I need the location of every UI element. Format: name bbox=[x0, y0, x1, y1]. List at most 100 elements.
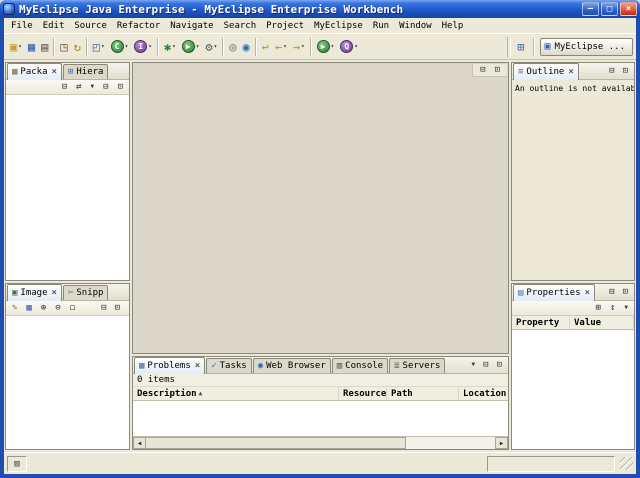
close-button[interactable]: × bbox=[620, 2, 637, 16]
maximize-view-button[interactable]: ⊡ bbox=[620, 285, 631, 299]
image-icon: ▣ bbox=[12, 289, 17, 298]
quick-launch-button[interactable]: Q▾ bbox=[337, 37, 361, 57]
tab-label: Tasks bbox=[220, 361, 247, 371]
menu-edit[interactable]: Edit bbox=[38, 20, 70, 32]
scrollbar-thumb[interactable] bbox=[146, 437, 406, 449]
save-button[interactable]: ▦ bbox=[25, 37, 38, 57]
print-button[interactable]: ▤ bbox=[38, 37, 51, 57]
minimize-button[interactable]: — bbox=[582, 2, 599, 16]
maximize-view-button[interactable]: ⊡ bbox=[620, 64, 631, 78]
back-button[interactable]: ←▾ bbox=[272, 37, 290, 57]
zoom-out-button[interactable]: ⊖ bbox=[52, 301, 63, 315]
maximize-view-button[interactable]: ⊡ bbox=[494, 358, 505, 372]
collapse-all-button[interactable]: ⊟ bbox=[59, 80, 70, 94]
workbench-area: ▦ Packa × ⊞ Hiera ⊟ ⇄ ▼ ⊟ ⊡ bbox=[4, 60, 636, 452]
menu-file[interactable]: File bbox=[6, 20, 38, 32]
web-browser-button[interactable]: ◉ bbox=[239, 37, 252, 57]
actual-size-button[interactable]: ◻ bbox=[67, 301, 78, 315]
new-wizard-button[interactable]: ▣▾ bbox=[7, 37, 25, 57]
image-tabrow: ▣ Image × ✂ Snipp bbox=[6, 284, 129, 301]
minimize-view-button[interactable]: ⊟ bbox=[480, 358, 491, 372]
toolbar-separator bbox=[222, 38, 224, 56]
minimize-view-button[interactable]: ⊟ bbox=[98, 301, 109, 315]
package-explorer-view: ▦ Packa × ⊞ Hiera ⊟ ⇄ ▼ ⊟ ⊡ bbox=[5, 62, 130, 281]
tab-problems[interactable]: ▦ Problems × bbox=[134, 357, 205, 374]
forward-button[interactable]: →▾ bbox=[290, 37, 308, 57]
tab-label: Image bbox=[20, 288, 47, 298]
menu-search[interactable]: Search bbox=[219, 20, 262, 32]
tab-console[interactable]: ▥ Console bbox=[332, 358, 388, 373]
minimize-editor-button[interactable]: ⊟ bbox=[477, 63, 488, 77]
paint-button[interactable]: ✎ bbox=[9, 301, 20, 315]
column-description[interactable]: Description ▲ bbox=[133, 387, 339, 400]
maximize-view-button[interactable]: ⊡ bbox=[115, 80, 126, 94]
search-button[interactable]: ◎ bbox=[226, 37, 239, 57]
tab-label: Packa bbox=[20, 67, 47, 77]
column-value[interactable]: Value bbox=[570, 316, 634, 329]
scroll-right-button[interactable]: ▶ bbox=[495, 437, 508, 449]
chevron-down-icon: ▾ bbox=[214, 43, 218, 50]
close-icon[interactable]: × bbox=[52, 288, 57, 298]
maximize-view-button[interactable]: ⊡ bbox=[112, 301, 123, 315]
tab-label: Snipp bbox=[76, 288, 103, 298]
fast-view-icon[interactable]: ▨ bbox=[7, 456, 27, 472]
tab-servers[interactable]: ≣ Servers bbox=[389, 358, 445, 373]
column-resource[interactable]: Resource bbox=[339, 387, 387, 400]
tab-hierarchy[interactable]: ⊞ Hiera bbox=[63, 64, 109, 79]
menu-navigate[interactable]: Navigate bbox=[165, 20, 218, 32]
new-class-button[interactable]: C▾ bbox=[108, 37, 132, 57]
column-property[interactable]: Property bbox=[512, 316, 570, 329]
menu-run[interactable]: Run bbox=[368, 20, 394, 32]
minimize-view-button[interactable]: ⊟ bbox=[606, 285, 617, 299]
export-button[interactable]: ◳ bbox=[57, 37, 70, 57]
close-icon[interactable]: × bbox=[195, 361, 200, 371]
sort-button[interactable]: ↕ bbox=[607, 301, 618, 315]
tab-image[interactable]: ▣ Image × bbox=[7, 284, 62, 301]
zoom-in-button[interactable]: ⊕ bbox=[38, 301, 49, 315]
grid-button[interactable]: ▦ bbox=[23, 301, 34, 315]
link-with-editor-button[interactable]: ⇄ bbox=[73, 80, 84, 94]
app-icon[interactable] bbox=[3, 3, 15, 15]
scrollbar-track[interactable] bbox=[406, 437, 495, 449]
perspective-myeclipse-button[interactable]: ▣ MyEclipse ... bbox=[540, 38, 633, 56]
tab-tasks[interactable]: ✓ Tasks bbox=[206, 358, 252, 373]
close-icon[interactable]: × bbox=[568, 67, 573, 77]
open-perspective-button[interactable]: ⊞ bbox=[514, 37, 527, 57]
menu-myeclipse[interactable]: MyEclipse bbox=[309, 20, 368, 32]
run-button[interactable]: ▶▾ bbox=[179, 37, 203, 57]
tab-package-explorer[interactable]: ▦ Packa × bbox=[7, 63, 62, 80]
maximize-editor-button[interactable]: ⊡ bbox=[492, 63, 503, 77]
show-categories-button[interactable]: ⊞ bbox=[593, 301, 604, 315]
close-icon[interactable]: × bbox=[585, 288, 590, 298]
debug-button[interactable]: ✱▾ bbox=[161, 37, 179, 57]
last-edit-location-button[interactable]: ↩ bbox=[259, 37, 272, 57]
tab-outline[interactable]: ≡ Outline × bbox=[513, 63, 579, 80]
run-on-server-button[interactable]: ▶▾ bbox=[314, 37, 338, 57]
statusbar: ▨ bbox=[4, 452, 636, 474]
view-menu-button[interactable]: ▼ bbox=[469, 358, 479, 372]
view-menu-button[interactable]: ▼ bbox=[621, 301, 631, 315]
close-icon[interactable]: × bbox=[52, 67, 57, 77]
external-tools-button[interactable]: ⚙▾ bbox=[202, 37, 220, 57]
tab-web-browser[interactable]: ◉ Web Browser bbox=[253, 358, 331, 373]
menu-source[interactable]: Source bbox=[69, 20, 112, 32]
menu-window[interactable]: Window bbox=[394, 20, 437, 32]
menu-project[interactable]: Project bbox=[261, 20, 309, 32]
resize-grip-icon[interactable] bbox=[620, 457, 633, 470]
menu-refactor[interactable]: Refactor bbox=[112, 20, 165, 32]
new-java-project-button[interactable]: ◰▾ bbox=[90, 37, 108, 57]
servers-icon: ≣ bbox=[394, 362, 399, 371]
column-location[interactable]: Location bbox=[459, 387, 508, 400]
minimize-view-button[interactable]: ⊟ bbox=[606, 64, 617, 78]
scroll-left-button[interactable]: ◀ bbox=[133, 437, 146, 449]
new-interface-button[interactable]: I▾ bbox=[131, 37, 155, 57]
view-menu-button[interactable]: ▼ bbox=[88, 80, 98, 94]
column-path[interactable]: Path bbox=[387, 387, 459, 400]
menu-help[interactable]: Help bbox=[437, 20, 469, 32]
toolbar-separator bbox=[533, 38, 535, 56]
minimize-view-button[interactable]: ⊟ bbox=[100, 80, 111, 94]
tab-properties[interactable]: ▤ Properties × bbox=[513, 284, 595, 301]
tab-snippets[interactable]: ✂ Snipp bbox=[63, 285, 109, 300]
maximize-button[interactable]: □ bbox=[601, 2, 618, 16]
refresh-button[interactable]: ↻ bbox=[71, 37, 84, 57]
